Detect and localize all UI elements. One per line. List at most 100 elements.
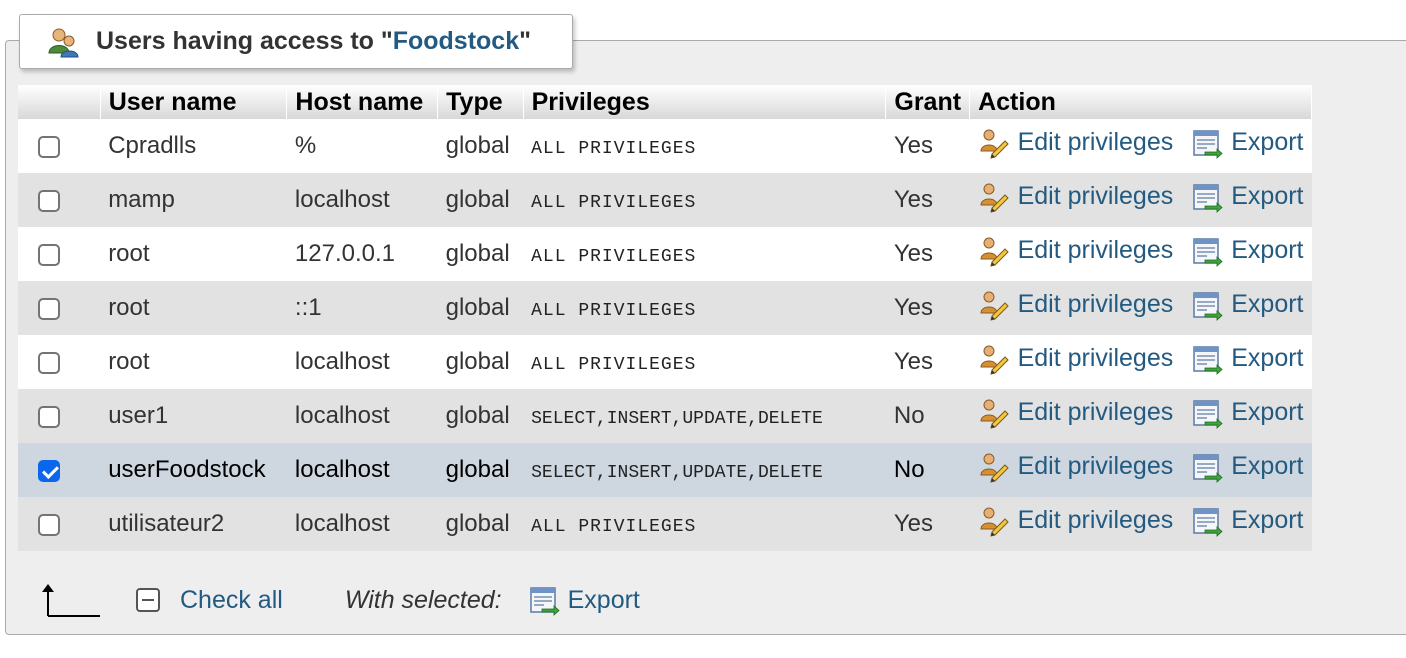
col-action: Action [969, 85, 1312, 119]
edit-privileges-link[interactable]: Edit privileges [978, 127, 1174, 159]
table-row[interactable]: Cpradlls% global ALL PRIVILEGES Yes Edit pri… [18, 119, 1312, 173]
row-checkbox-cell [18, 281, 101, 335]
cell-grant: Yes [885, 173, 970, 227]
cell-grant: Yes [885, 335, 970, 389]
col-host-name[interactable]: Host name [286, 85, 439, 119]
privileges-text: ALL PRIVILEGES [531, 517, 697, 537]
export-label: Export [1231, 182, 1304, 210]
legend-db-name: Foodstock [392, 27, 520, 55]
check-all-link[interactable]: Check all [180, 586, 283, 615]
row-checkbox-cell [18, 227, 101, 281]
col-grant[interactable]: Grant [885, 85, 971, 119]
table-row[interactable]: mamp localhost global ALL PRIVILEGES Yes Edit… [18, 173, 1312, 227]
edit-privileges-icon [978, 289, 1010, 321]
cell-privileges: SELECT,INSERT,UPDATE,DELETE [523, 443, 886, 497]
export-link[interactable]: Export [1191, 235, 1304, 267]
col-type[interactable]: Type [437, 85, 524, 119]
row-checkbox[interactable] [38, 189, 60, 212]
export-icon [1191, 505, 1223, 537]
export-label: Export [1231, 506, 1304, 534]
privileges-text: SELECT,INSERT,UPDATE,DELETE [531, 409, 823, 429]
col-privileges[interactable]: Privileges [523, 85, 887, 119]
cell-grant: No [885, 389, 970, 443]
table-row[interactable]: userFoodstock localhost global SELECT,INSER… [18, 443, 1312, 497]
edit-privileges-icon [978, 181, 1010, 213]
cell-type: global [437, 443, 524, 497]
edit-privileges-label: Edit privileges [1017, 128, 1174, 156]
export-icon [1191, 235, 1223, 267]
edit-privileges-link[interactable]: Edit privileges [978, 451, 1174, 483]
row-checkbox[interactable] [38, 459, 60, 482]
row-checkbox[interactable] [38, 297, 60, 320]
check-all-checkbox[interactable] [136, 588, 160, 612]
export-link[interactable]: Export [1191, 127, 1304, 159]
with-selected-label: With selected: [344, 585, 502, 614]
cell-user-name: user1 [100, 389, 287, 443]
col-user-name[interactable]: User name [100, 85, 288, 119]
edit-privileges-icon [978, 505, 1010, 537]
row-checkbox-cell [18, 173, 101, 227]
table-row[interactable]: root localhost global ALL PRIVILEGES Yes Edit… [18, 335, 1312, 389]
export-label: Export [1231, 236, 1304, 264]
cell-host-name: localhost [286, 173, 438, 227]
table-row[interactable]: root::1 global ALL PRIVILEGES Yes Edit privi… [18, 281, 1312, 335]
bulk-actions-bar: Check all With selected: Export [40, 578, 640, 622]
export-link[interactable]: Export [1191, 505, 1304, 537]
edit-privileges-label: Edit privileges [1017, 398, 1174, 426]
cell-user-name: root [100, 335, 287, 389]
edit-privileges-link[interactable]: Edit privileges [978, 181, 1173, 213]
export-link[interactable]: Export [1191, 343, 1304, 375]
privileges-text: ALL PRIVILEGES [531, 247, 697, 267]
cell-privileges: SELECT,INSERT,UPDATE,DELETE [523, 389, 886, 443]
edit-privileges-label: Edit privileges [1017, 290, 1174, 318]
cell-action: Edit privileges Export [969, 389, 1312, 443]
row-checkbox[interactable] [38, 405, 60, 428]
row-checkbox[interactable] [38, 243, 60, 266]
edit-privileges-link[interactable]: Edit privileges [978, 343, 1174, 375]
cell-privileges: ALL PRIVILEGES [523, 335, 886, 389]
table-row[interactable]: user1 localhost global SELECT,INSERT,UPDATE… [18, 389, 1312, 443]
table-row[interactable]: utilisateur2 localhost global ALL PRIVILEGE… [18, 497, 1312, 551]
export-link[interactable]: Export [1191, 289, 1304, 321]
cell-host-name: localhost [286, 389, 438, 443]
edit-privileges-link[interactable]: Edit privileges [978, 397, 1174, 429]
export-link[interactable]: Export [1191, 451, 1304, 483]
privileges-text: ALL PRIVILEGES [531, 355, 697, 375]
bulk-export-button[interactable]: Export [528, 584, 640, 616]
cell-privileges: ALL PRIVILEGES [523, 227, 886, 281]
edit-privileges-link[interactable]: Edit privileges [978, 235, 1173, 267]
table-header-row: User name Host name Type Privileges Gran… [18, 85, 1312, 119]
legend-prefix: Users having access to " [96, 27, 393, 55]
export-label: Export [1231, 344, 1304, 372]
col-checkbox [18, 85, 101, 119]
row-checkbox[interactable] [38, 351, 60, 374]
edit-privileges-label: Edit privileges [1017, 452, 1174, 480]
cell-grant: No [885, 443, 970, 497]
export-icon [528, 584, 560, 616]
users-table: User name Host name Type Privileges Gran… [18, 85, 1312, 551]
edit-privileges-link[interactable]: Edit privileges [978, 505, 1173, 537]
cell-action: Edit privileges Export [969, 497, 1312, 551]
table-row[interactable]: root 127.0.0.1 global ALL PRIVILEGES Yes Edit… [18, 227, 1312, 281]
export-link[interactable]: Export [1191, 181, 1304, 213]
edit-privileges-label: Edit privileges [1017, 344, 1174, 372]
export-icon [1191, 451, 1223, 483]
cell-user-name: userFoodstock [100, 443, 287, 497]
row-checkbox[interactable] [38, 135, 60, 158]
row-checkbox[interactable] [38, 513, 60, 536]
privileges-text: ALL PRIVILEGES [531, 139, 697, 159]
cell-action: Edit privileges Export [969, 227, 1312, 281]
export-link[interactable]: Export [1191, 397, 1304, 429]
edit-privileges-icon [978, 397, 1010, 429]
cell-grant: Yes [885, 497, 970, 551]
export-icon [1191, 397, 1223, 429]
bulk-export-label: Export [567, 585, 640, 614]
cell-type: global [437, 227, 524, 281]
export-icon [1191, 181, 1223, 213]
edit-privileges-link[interactable]: Edit privileges [978, 289, 1174, 321]
cell-grant: Yes [885, 119, 970, 173]
export-icon [1191, 289, 1223, 321]
edit-privileges-icon [978, 235, 1010, 267]
cell-action: Edit privileges Export [969, 119, 1312, 173]
row-checkbox-cell [18, 335, 101, 389]
